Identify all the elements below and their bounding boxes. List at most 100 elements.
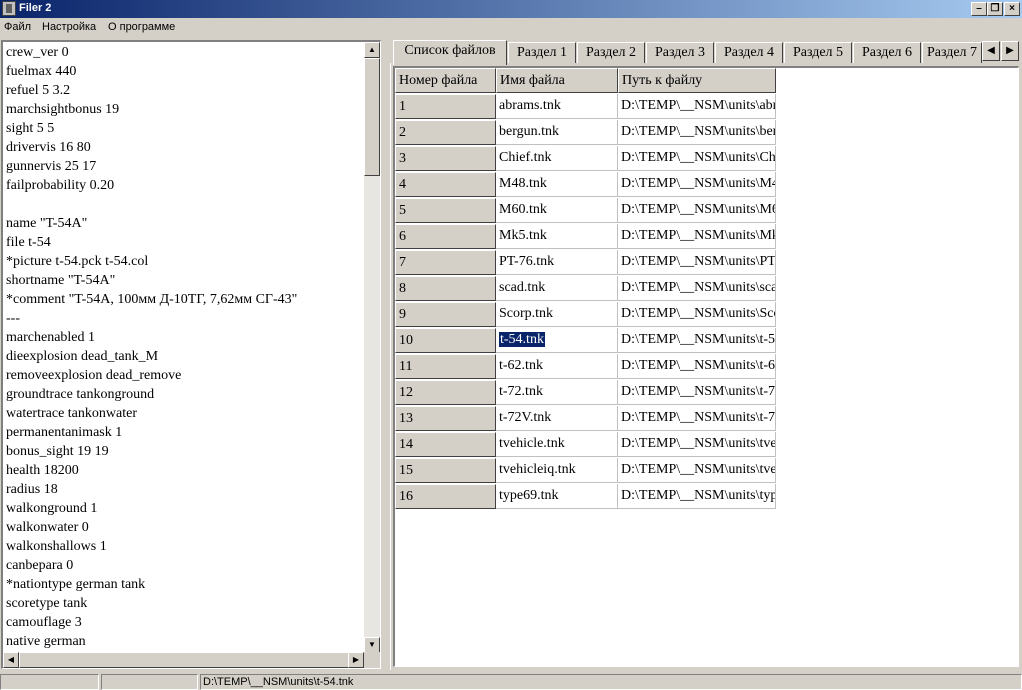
file-name-cell[interactable]: M48.tnk xyxy=(496,172,618,197)
tab-section-1[interactable]: Раздел 1 xyxy=(508,42,576,64)
editor-line: health 18200 xyxy=(6,463,79,478)
editor-line: scoretype tank xyxy=(6,596,88,611)
editor-line: sight 5 5 xyxy=(6,121,55,136)
selected-file-name[interactable]: t-54.tnk xyxy=(499,332,545,347)
scroll-left-button[interactable]: ◀ xyxy=(3,652,19,668)
horizontal-scroll-thumb[interactable] xyxy=(19,652,349,668)
file-name-cell[interactable]: bergun.tnk xyxy=(496,120,618,145)
minimize-button[interactable]: – xyxy=(971,2,987,16)
file-path-cell[interactable]: D:\TEMP\__NSM\units\type69.tnk xyxy=(618,484,776,509)
row-number-cell[interactable]: 10 xyxy=(395,328,496,353)
file-name-cell[interactable]: M60.tnk xyxy=(496,198,618,223)
column-header[interactable]: Имя файла xyxy=(496,68,618,93)
file-name-cell[interactable]: PT-76.tnk xyxy=(496,250,618,275)
file-path-cell[interactable]: D:\TEMP\__NSM\units\bergun.tnk xyxy=(618,120,776,145)
file-path-cell[interactable]: D:\TEMP\__NSM\units\PT-76.tnk xyxy=(618,250,776,275)
editor-line: *nationtype german tank xyxy=(6,577,146,592)
file-path-cell[interactable]: D:\TEMP\__NSM\units\M60.tnk xyxy=(618,198,776,223)
file-path-cell[interactable]: D:\TEMP\__NSM\units\scad.tnk xyxy=(618,276,776,301)
file-path-cell[interactable]: D:\TEMP\__NSM\units\t-62.tnk xyxy=(618,354,776,379)
row-number-cell[interactable]: 5 xyxy=(395,198,496,223)
file-name-cell[interactable]: t-72.tnk xyxy=(496,380,618,405)
column-header[interactable]: Путь к файлу xyxy=(618,68,776,93)
vertical-scroll-thumb[interactable] xyxy=(364,58,380,176)
editor-line: shortname "T-54A" xyxy=(6,273,116,288)
file-name-cell[interactable]: t-72V.tnk xyxy=(496,406,618,431)
tab-section-4[interactable]: Раздел 4 xyxy=(715,42,783,64)
file-name-cell[interactable]: Scorp.tnk xyxy=(496,302,618,327)
close-button[interactable]: × xyxy=(1004,2,1020,16)
tab-section-7[interactable]: Раздел 7 xyxy=(922,42,982,64)
row-number-cell[interactable]: 7 xyxy=(395,250,496,275)
scroll-up-button[interactable]: ▲ xyxy=(364,42,380,58)
scroll-right-button[interactable]: ▶ xyxy=(348,652,364,668)
editor-horizontal-scrollbar[interactable]: ◀ ▶ xyxy=(3,652,364,668)
row-number-cell[interactable]: 2 xyxy=(395,120,496,145)
editor-line: walkonground 1 xyxy=(6,501,98,516)
row-number-cell[interactable]: 13 xyxy=(395,406,496,431)
file-path-cell[interactable]: D:\TEMP\__NSM\units\M48.tnk xyxy=(618,172,776,197)
row-number-cell[interactable]: 4 xyxy=(395,172,496,197)
file-name-cell[interactable]: abrams.tnk xyxy=(496,94,618,119)
file-name-cell[interactable]: scad.tnk xyxy=(496,276,618,301)
editor-line: native german xyxy=(6,634,86,649)
row-number-cell[interactable]: 8 xyxy=(395,276,496,301)
row-number-cell[interactable]: 6 xyxy=(395,224,496,249)
row-number-cell[interactable]: 15 xyxy=(395,458,496,483)
tab-section-5[interactable]: Раздел 5 xyxy=(784,42,852,64)
menu-settings[interactable]: Настройка xyxy=(42,21,96,33)
file-name-cell[interactable]: tvehicleiq.tnk xyxy=(496,458,618,483)
file-path-cell[interactable]: D:\TEMP\__NSM\units\tvehicle.tnk xyxy=(618,432,776,457)
restore-button[interactable]: ❐ xyxy=(987,2,1003,16)
editor-pane: crew_ver 0 fuelmax 440 refuel 5 3.2 marchsi… xyxy=(1,40,381,669)
scroll-down-button[interactable]: ▼ xyxy=(364,637,380,653)
editor-line: refuel 5 3.2 xyxy=(6,83,71,98)
editor-line: radius 18 xyxy=(6,482,58,497)
app-icon[interactable] xyxy=(2,1,16,16)
file-path-cell[interactable]: D:\TEMP\__NSM\units\Scorp.tnk xyxy=(618,302,776,327)
column-header[interactable]: Номер файла xyxy=(395,68,496,93)
file-path-cell[interactable]: D:\TEMP\__NSM\units\t-54.tnk xyxy=(618,328,776,353)
editor-text[interactable]: crew_ver 0 fuelmax 440 refuel 5 3.2 marchsi… xyxy=(6,43,363,654)
file-path-cell[interactable]: D:\TEMP\__NSM\units\t-72V.tnk xyxy=(618,406,776,431)
menu-about[interactable]: О программе xyxy=(108,21,175,33)
tab-section-6[interactable]: Раздел 6 xyxy=(853,42,921,64)
file-name-cell[interactable]: Mk5.tnk xyxy=(496,224,618,249)
file-path-cell[interactable]: D:\TEMP\__NSM\units\t-72.tnk xyxy=(618,380,776,405)
tab-scroll-right-button[interactable]: ▶ xyxy=(1001,41,1019,61)
status-bar: D:\TEMP\__NSM\units\t-54.tnk xyxy=(0,672,1022,690)
menu-file[interactable]: Файл xyxy=(4,21,31,33)
row-number-cell[interactable]: 1 xyxy=(395,94,496,119)
file-path-cell[interactable]: D:\TEMP\__NSM\units\abrams.tnk xyxy=(618,94,776,119)
editor-line: camouflage 3 xyxy=(6,615,82,630)
tab-strip: Список файлов Раздел 1 Раздел 2 Раздел 3 Раз… xyxy=(390,40,1022,65)
row-number-cell[interactable]: 14 xyxy=(395,432,496,457)
pane-splitter[interactable] xyxy=(382,40,390,670)
editor-line: *comment "T-54A, 100мм Д-10ТГ, 7,62мм СГ… xyxy=(6,292,298,307)
row-number-cell[interactable]: 11 xyxy=(395,354,496,379)
file-path-cell[interactable]: D:\TEMP\__NSM\units\Chief.tnk xyxy=(618,146,776,171)
row-number-cell[interactable]: 3 xyxy=(395,146,496,171)
editor-line: watertrace tankonwater xyxy=(6,406,137,421)
tab-scroll-left-button[interactable]: ◀ xyxy=(982,41,1000,61)
file-path-cell[interactable]: D:\TEMP\__NSM\units\Mk5.tnk xyxy=(618,224,776,249)
file-name-cell[interactable]: t-62.tnk xyxy=(496,354,618,379)
editor-line: bonus_sight 19 19 xyxy=(6,444,109,459)
tab-section-2[interactable]: Раздел 2 xyxy=(577,42,645,64)
row-number-cell[interactable]: 16 xyxy=(395,484,496,509)
menu-bar: Файл Настройка О программе xyxy=(0,18,1022,38)
file-name-cell[interactable]: t-54.tnk xyxy=(496,328,618,353)
file-name-cell[interactable]: Chief.tnk xyxy=(496,146,618,171)
editor-line: fuelmax 440 xyxy=(6,64,77,79)
row-number-cell[interactable]: 12 xyxy=(395,380,496,405)
status-panel-2 xyxy=(101,674,198,690)
file-path-cell[interactable]: D:\TEMP\__NSM\units\tvehicleiq.tnk xyxy=(618,458,776,483)
file-name-cell[interactable]: type69.tnk xyxy=(496,484,618,509)
row-number-cell[interactable]: 9 xyxy=(395,302,496,327)
tab-file-list[interactable]: Список файлов xyxy=(393,40,507,65)
editor-line: *picture t-54.pck t-54.col xyxy=(6,254,149,269)
editor-vertical-scrollbar[interactable]: ▲ ▼ xyxy=(364,42,380,653)
file-name-cell[interactable]: tvehicle.tnk xyxy=(496,432,618,457)
tab-section-3[interactable]: Раздел 3 xyxy=(646,42,714,64)
